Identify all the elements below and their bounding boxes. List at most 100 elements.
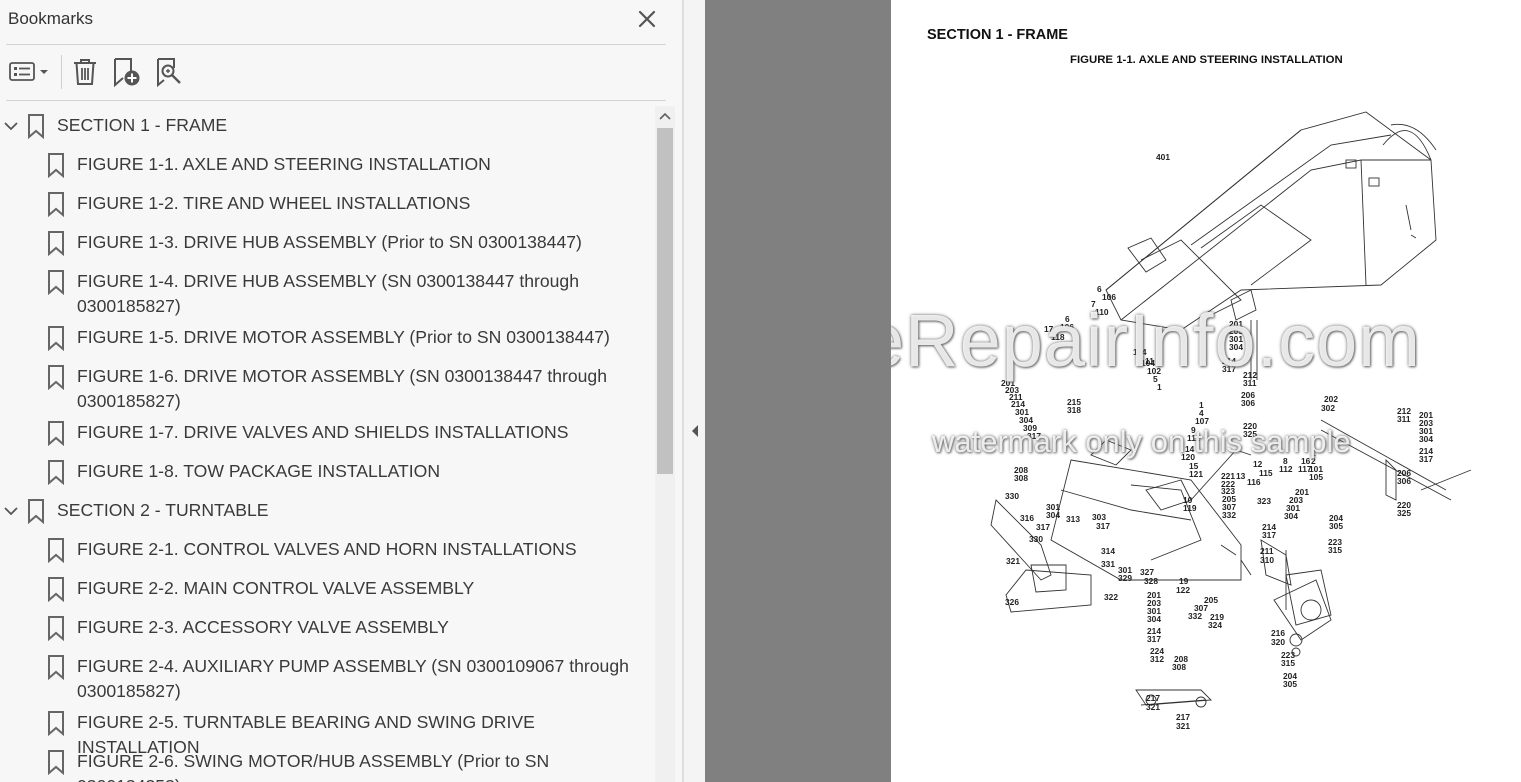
svg-text:321: 321 xyxy=(1006,556,1020,566)
svg-text:311: 311 xyxy=(1397,414,1411,424)
svg-text:306: 306 xyxy=(1397,476,1411,486)
svg-text:306: 306 xyxy=(1241,398,1255,408)
bookmark-label: FIGURE 2-1. CONTROL VALVES AND HORN INST… xyxy=(77,539,577,559)
svg-text:304: 304 xyxy=(1284,511,1298,521)
svg-text:312: 312 xyxy=(1150,654,1164,664)
find-bookmark-button[interactable] xyxy=(153,55,187,89)
document-page: SECTION 1 - FRAME FIGURE 1-1. AXLE AND S… xyxy=(891,0,1521,782)
bookmark-item[interactable]: FIGURE 2-2. MAIN CONTROL VALVE ASSEMBLY xyxy=(0,576,655,602)
svg-text:304: 304 xyxy=(1147,614,1161,624)
scrollbar-thumb[interactable] xyxy=(657,128,673,474)
bookmark-item[interactable]: FIGURE 2-4. AUXILIARY PUMP ASSEMBLY (SN … xyxy=(0,654,655,705)
bookmark-icon xyxy=(48,326,64,351)
bookmarks-toolbar xyxy=(0,48,683,98)
bookmark-icon xyxy=(48,460,64,485)
bookmark-icon xyxy=(48,270,64,295)
bookmark-icon xyxy=(48,231,64,256)
bookmark-icon xyxy=(48,365,64,390)
svg-text:304: 304 xyxy=(1419,434,1433,444)
svg-text:305: 305 xyxy=(1283,679,1297,689)
panel-splitter[interactable] xyxy=(683,0,705,782)
svg-text:328: 328 xyxy=(1144,576,1158,586)
bookmark-label: FIGURE 2-3. ACCESSORY VALVE ASSEMBLY xyxy=(77,617,449,637)
svg-text:330: 330 xyxy=(1005,491,1019,501)
delete-bookmark-button[interactable] xyxy=(69,55,101,89)
bookmark-item[interactable]: FIGURE 1-1. AXLE AND STEERING INSTALLATI… xyxy=(0,152,655,178)
new-bookmark-button[interactable] xyxy=(110,55,144,89)
options-menu-button[interactable] xyxy=(6,55,52,89)
bookmark-icon xyxy=(48,711,64,736)
svg-text:317: 317 xyxy=(1147,634,1161,644)
bookmark-item[interactable]: FIGURE 2-1. CONTROL VALVES AND HORN INST… xyxy=(0,537,655,563)
svg-text:317: 317 xyxy=(1419,454,1433,464)
bookmark-item[interactable]: FIGURE 1-4. DRIVE HUB ASSEMBLY (SN 03001… xyxy=(0,269,655,320)
bookmark-item[interactable]: FIGURE 1-2. TIRE AND WHEEL INSTALLATIONS xyxy=(0,191,655,217)
svg-text:326: 326 xyxy=(1005,597,1019,607)
svg-text:318: 318 xyxy=(1067,405,1081,415)
svg-text:112: 112 xyxy=(1279,464,1293,474)
bookmark-label: FIGURE 1-6. DRIVE MOTOR ASSEMBLY (SN 030… xyxy=(77,366,608,411)
watermark-text: eRepairInfo.com xyxy=(891,299,1421,382)
svg-text:329: 329 xyxy=(1118,573,1132,583)
bookmark-item[interactable]: FIGURE 1-8. TOW PACKAGE INSTALLATION xyxy=(0,459,655,485)
bookmark-icon xyxy=(28,499,44,524)
svg-text:321: 321 xyxy=(1146,702,1160,712)
bookmark-label: SECTION 1 - FRAME xyxy=(57,115,228,135)
svg-text:13: 13 xyxy=(1236,471,1246,481)
svg-text:115: 115 xyxy=(1259,468,1273,478)
chevron-down-icon[interactable] xyxy=(2,117,20,135)
bookmark-item[interactable]: FIGURE 2-5. TURNTABLE BEARING AND SWING … xyxy=(0,710,655,757)
bookmark-item[interactable]: FIGURE 1-3. DRIVE HUB ASSEMBLY (Prior to… xyxy=(0,230,655,256)
svg-text:317: 317 xyxy=(1262,530,1276,540)
svg-text:308: 308 xyxy=(1014,473,1028,483)
svg-text:331: 331 xyxy=(1101,559,1115,569)
svg-text:332: 332 xyxy=(1222,510,1236,520)
bookmark-label: FIGURE 2-6. SWING MOTOR/HUB ASSEMBLY (Pr… xyxy=(77,751,550,782)
bookmark-label: FIGURE 1-7. DRIVE VALVES AND SHIELDS INS… xyxy=(77,422,569,442)
bookmark-icon xyxy=(48,153,64,178)
bookmark-icon xyxy=(48,538,64,563)
bookmarks-panel-title: Bookmarks xyxy=(8,9,94,28)
bookmark-label: SECTION 2 - TURNTABLE xyxy=(57,500,269,520)
close-icon xyxy=(638,10,656,28)
bookmark-label: FIGURE 1-2. TIRE AND WHEEL INSTALLATIONS xyxy=(77,193,471,213)
list-options-icon xyxy=(9,62,48,81)
bookmark-label: FIGURE 1-1. AXLE AND STEERING INSTALLATI… xyxy=(77,154,491,174)
pdf-viewer-window: Bookmarks SECTION 1 - FRAME FIGURE 1-1. … xyxy=(0,0,1521,782)
bookmark-label: FIGURE 1-3. DRIVE HUB ASSEMBLY (Prior to… xyxy=(77,232,582,252)
chevron-down-icon[interactable] xyxy=(2,502,20,520)
bookmark-icon xyxy=(28,114,44,139)
exploded-parts-drawing: 401 6 106 7 110 6 106 17 118 114 11 104 … xyxy=(990,111,1472,731)
svg-text:116: 116 xyxy=(1247,477,1261,487)
close-panel-button[interactable] xyxy=(634,6,660,32)
bookmark-section-frame[interactable]: SECTION 1 - FRAME xyxy=(0,113,655,139)
bookmark-label: FIGURE 2-4. AUXILIARY PUMP ASSEMBLY (SN … xyxy=(77,656,629,701)
bookmark-item[interactable]: FIGURE 2-6. SWING MOTOR/HUB ASSEMBLY (Pr… xyxy=(0,749,655,782)
bookmark-section-turntable[interactable]: SECTION 2 - TURNTABLE xyxy=(0,498,655,524)
scroll-up-arrow-icon[interactable] xyxy=(655,106,675,126)
svg-text:317: 317 xyxy=(1036,522,1050,532)
bookmark-tree: SECTION 1 - FRAME FIGURE 1-1. AXLE AND S… xyxy=(0,106,655,782)
bookmark-scrollbar[interactable] xyxy=(655,106,675,782)
bookmarks-panel: Bookmarks SECTION 1 - FRAME FIGURE 1-1. … xyxy=(0,0,683,782)
bookmark-item[interactable]: FIGURE 1-7. DRIVE VALVES AND SHIELDS INS… xyxy=(0,420,655,446)
svg-text:322: 322 xyxy=(1104,592,1118,602)
svg-text:308: 308 xyxy=(1172,662,1186,672)
svg-text:315: 315 xyxy=(1328,545,1342,555)
header-divider xyxy=(6,44,666,45)
svg-text:119: 119 xyxy=(1183,503,1197,513)
svg-text:121: 121 xyxy=(1189,469,1203,479)
svg-text:317: 317 xyxy=(1096,521,1110,531)
collapse-panel-arrow-icon[interactable] xyxy=(689,422,701,440)
bookmark-icon xyxy=(48,192,64,217)
bookmark-item[interactable]: FIGURE 1-5. DRIVE MOTOR ASSEMBLY (Prior … xyxy=(0,325,655,351)
document-viewport-background xyxy=(705,0,891,782)
bookmark-item[interactable]: FIGURE 2-3. ACCESSORY VALVE ASSEMBLY xyxy=(0,615,655,641)
svg-text:323: 323 xyxy=(1257,496,1271,506)
svg-text:314: 314 xyxy=(1101,546,1115,556)
toolbar-separator xyxy=(61,55,62,89)
svg-text:325: 325 xyxy=(1397,508,1411,518)
bookmark-icon xyxy=(48,421,64,446)
svg-text:310: 310 xyxy=(1260,555,1274,565)
bookmark-item[interactable]: FIGURE 1-6. DRIVE MOTOR ASSEMBLY (SN 030… xyxy=(0,364,655,415)
